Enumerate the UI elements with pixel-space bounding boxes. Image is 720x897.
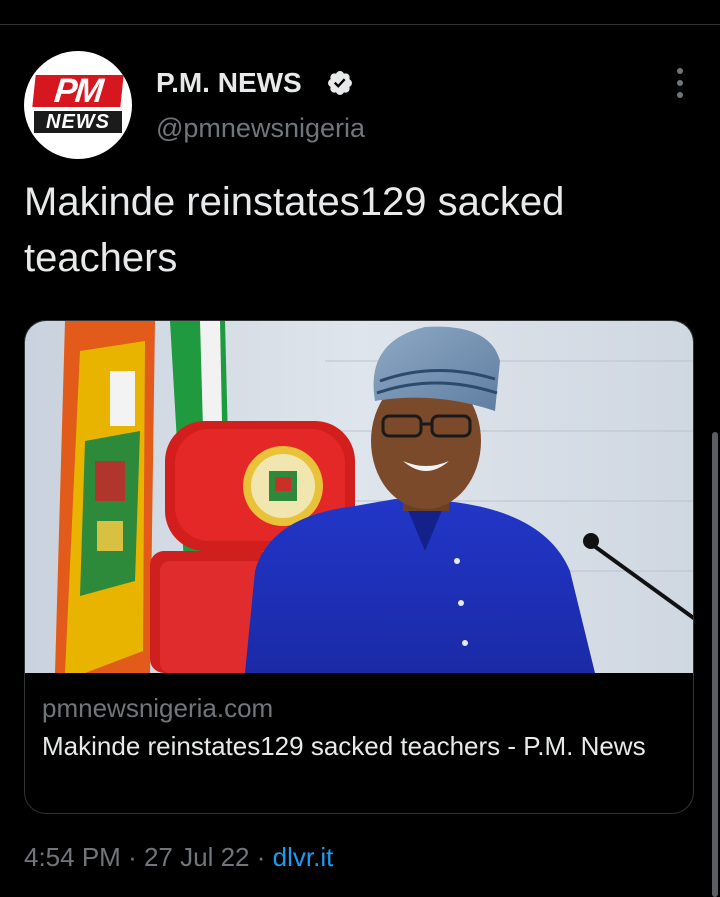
author-avatar[interactable]: PM NEWS (24, 51, 132, 159)
scrollbar[interactable] (712, 432, 718, 897)
meta-separator: · (128, 842, 137, 872)
meta-separator: · (256, 842, 266, 872)
avatar-logo-pm: PM (32, 72, 124, 110)
verified-badge-icon (328, 71, 352, 95)
avatar-logo-news: NEWS (34, 111, 122, 133)
top-divider (0, 24, 720, 25)
tweet-source-link[interactable]: dlvr.it (273, 842, 334, 872)
more-options-icon[interactable] (668, 68, 692, 98)
tweet-text: Makinde reinstates129 sacked teachers (24, 180, 565, 280)
tweet-date[interactable]: 27 Jul 22 (144, 842, 250, 872)
tweet-time[interactable]: 4:54 PM (24, 842, 121, 872)
link-card-image[interactable] (25, 321, 694, 673)
link-card[interactable]: pmnewsnigeria.com Makinde reinstates129 … (24, 320, 694, 814)
author-handle[interactable]: @pmnewsnigeria (156, 111, 365, 145)
tweet-metadata: 4:54 PM · 27 Jul 22 · dlvr.it (24, 840, 333, 874)
author-name[interactable]: P.M. NEWS (156, 66, 302, 100)
link-card-domain: pmnewsnigeria.com (42, 693, 274, 723)
link-card-title: Makinde reinstates129 sacked teachers - … (42, 731, 646, 761)
